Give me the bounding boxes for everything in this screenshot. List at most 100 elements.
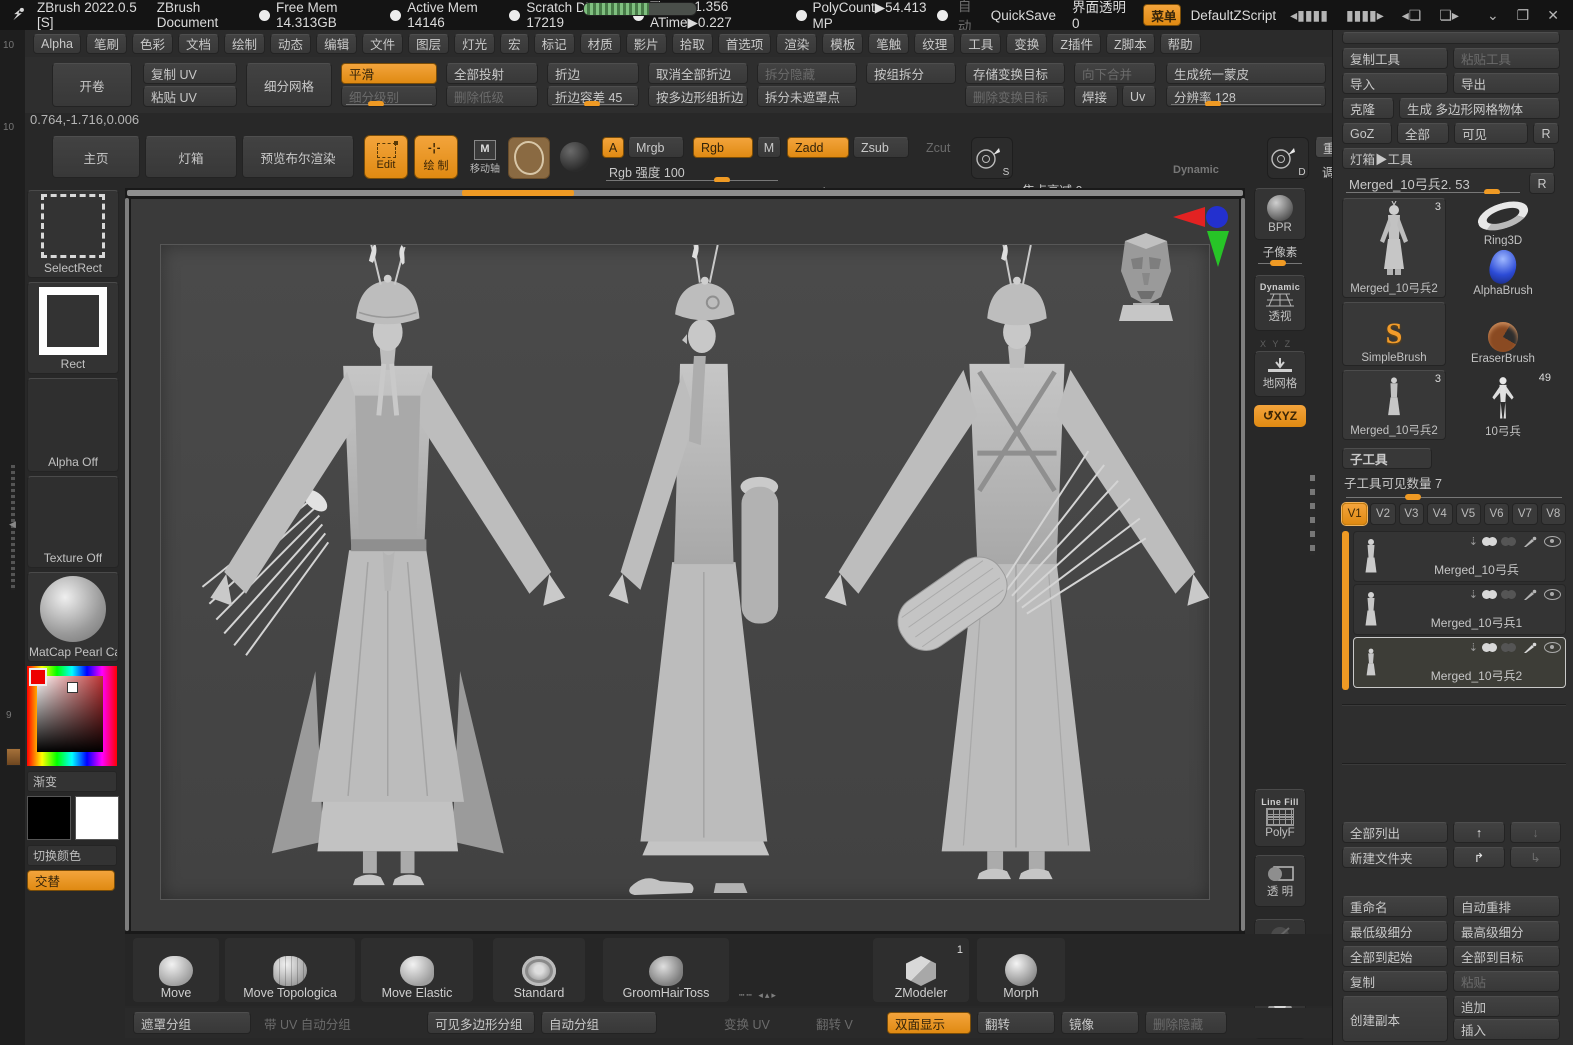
rgb-toggle[interactable]: Rgb <box>693 137 753 158</box>
stroke-curve-button[interactable]: S <box>971 137 1013 179</box>
axis-orientation-gizmo[interactable] <box>1171 205 1231 269</box>
alpha-slot[interactable]: Alpha Off <box>27 378 119 472</box>
a-toggle[interactable]: A <box>602 137 624 158</box>
polypaint-icon[interactable] <box>1482 590 1497 599</box>
menu-alpha[interactable]: Alpha <box>33 33 81 54</box>
duplicate-button[interactable]: 创建副本 <box>1342 996 1448 1042</box>
menu-brush[interactable]: 笔刷 <box>85 33 127 54</box>
paste-uv-button[interactable]: 粘贴 UV <box>143 86 237 107</box>
crease-button[interactable]: 折边 <box>547 63 639 84</box>
quicksave-button[interactable]: QuickSave <box>991 8 1056 23</box>
subtool-visible-count-slider[interactable]: 子工具可见数量 7 <box>1342 469 1566 500</box>
zscript-label[interactable]: DefaultZScript <box>1191 8 1277 23</box>
split-hidden-button[interactable]: 拆分隐藏 <box>757 63 857 84</box>
merge-down-icon[interactable]: ⇣ <box>1469 641 1478 654</box>
subdiv-level-slider[interactable]: 细分级别 <box>341 86 437 107</box>
panel-left-icon[interactable]: ◂❏ <box>1398 7 1426 24</box>
switch-color-button[interactable]: 切换颜色 <box>27 845 117 866</box>
active-tool-slider[interactable]: Merged_10弓兵2. 53 <box>1342 173 1524 194</box>
merge-down-icon[interactable]: ⇣ <box>1469 535 1478 548</box>
menu-zplugin[interactable]: Z插件 <box>1052 33 1101 54</box>
draw-mode-button[interactable]: 绘 制 <box>414 135 458 179</box>
uncrease-all-button[interactable]: 取消全部折边 <box>648 63 748 84</box>
document-area[interactable] <box>161 240 1210 899</box>
tool-thumb-eraserbrush[interactable]: EraserBrush <box>1451 302 1555 366</box>
menu-preferences[interactable]: 首选项 <box>717 33 772 54</box>
minimize-icon[interactable]: ⌄ <box>1483 7 1503 24</box>
subtool-tab-v3[interactable]: V3 <box>1398 503 1425 525</box>
tool-r-button[interactable]: R <box>1529 173 1555 194</box>
visibility-eye-icon[interactable] <box>1544 536 1561 547</box>
menu-zscript[interactable]: Z脚本 <box>1105 33 1155 54</box>
mask-group-button[interactable]: 遮罩分组 <box>133 1012 251 1034</box>
uv-map-icon[interactable] <box>1501 590 1516 599</box>
new-folder-button[interactable]: 新建文件夹 <box>1342 847 1448 868</box>
dynamic-label[interactable]: Dynamic <box>1173 164 1219 176</box>
subtool-header[interactable]: 子工具 <box>1342 448 1432 469</box>
canvas-left-scrollbar[interactable] <box>125 198 129 931</box>
groups-split-button[interactable]: 按组拆分 <box>866 63 956 84</box>
gizmo-button[interactable]: M 移动轴 <box>468 140 502 175</box>
weld-button[interactable]: 焊接 <box>1074 86 1118 107</box>
delete-lower-button[interactable]: 删除低级 <box>446 86 538 107</box>
polypaint-icon[interactable] <box>1482 643 1497 652</box>
subdivide-button[interactable]: 细分网格 <box>246 63 332 107</box>
project-all-button[interactable]: 全部投射 <box>446 63 538 84</box>
uv-auto-group-button[interactable]: 带 UV 自动分组 <box>257 1012 407 1034</box>
menu-edit[interactable]: 编辑 <box>316 33 358 54</box>
visibility-eye-icon[interactable] <box>1544 589 1561 600</box>
double-sided-button[interactable]: 双面显示 <box>887 1012 971 1034</box>
material-slot[interactable]: MatCap Pearl Ca <box>27 572 119 662</box>
flip-v-button[interactable]: 翻转 V <box>809 1012 881 1034</box>
menu-material[interactable]: 材质 <box>579 33 621 54</box>
move-down-button[interactable]: ↓ <box>1510 822 1561 843</box>
camera-head-gizmo[interactable] <box>1115 225 1177 321</box>
auto-group-button[interactable]: 自动分组 <box>541 1012 657 1034</box>
merge-down-icon[interactable]: ⇣ <box>1469 588 1478 601</box>
goz-r-button[interactable]: R <box>1533 123 1559 144</box>
copy-uv-button[interactable]: 复制 UV <box>143 63 237 84</box>
mirror-button[interactable]: 镜像 <box>1061 1012 1139 1034</box>
edit-mode-button[interactable]: Edit <box>364 135 408 179</box>
subtool-tab-v5[interactable]: V5 <box>1455 503 1481 525</box>
left-scroll-arrow-icon[interactable]: ◀ <box>9 519 16 530</box>
menu-render[interactable]: 渲染 <box>776 33 818 54</box>
brush-morph[interactable]: Morph <box>977 938 1065 1002</box>
paintbrush-icon[interactable] <box>1523 536 1537 548</box>
visible-poly-group-button[interactable]: 可见多边形分组 <box>427 1012 535 1034</box>
uv-button[interactable]: Uv <box>1122 86 1156 107</box>
brush-move-topological[interactable]: Move Topologica <box>225 938 355 1002</box>
zsub-toggle[interactable]: Zsub <box>853 137 909 158</box>
restore-icon[interactable]: ❐ <box>1513 7 1534 24</box>
menu-stencil[interactable]: 模板 <box>822 33 864 54</box>
list-all-button[interactable]: 全部列出 <box>1342 822 1448 843</box>
tool-thumb-alphabrush[interactable]: AlphaBrush <box>1451 250 1555 298</box>
smooth-button[interactable]: 平滑 <box>341 63 437 84</box>
menu-light[interactable]: 灯光 <box>454 33 496 54</box>
stroke-rect-tool[interactable]: Rect <box>27 282 119 374</box>
lightbox-button[interactable]: 灯箱 <box>145 136 237 178</box>
menu-movie[interactable]: 影片 <box>625 33 667 54</box>
subtool-item[interactable]: ⇣ Merged_10弓兵 <box>1353 531 1566 582</box>
unfold-button[interactable]: 开卷 <box>52 63 132 107</box>
split-unmasked-button[interactable]: 拆分未遮罩点 <box>757 86 857 107</box>
right-scroll-ticks[interactable] <box>1310 475 1315 555</box>
bpr-button[interactable]: BPR <box>1254 188 1306 240</box>
select-rect-tool[interactable]: SelectRect <box>27 190 119 278</box>
lightbox-tool-button[interactable]: 灯箱▶工具 <box>1342 148 1555 169</box>
merge-down-button[interactable]: 向下合并 <box>1074 63 1156 84</box>
menu-picker[interactable]: 拾取 <box>671 33 713 54</box>
rgb-intensity-slider[interactable]: Rgb 强度 100 <box>602 161 782 182</box>
menu-dynamesh[interactable]: 动态 <box>270 33 312 54</box>
tool-thumb-10archer[interactable]: 49 10弓兵 <box>1451 370 1555 440</box>
clipped-top-button[interactable] <box>1342 32 1560 44</box>
store-mt-button[interactable]: 存储变换目标 <box>965 63 1065 84</box>
all-to-start-button[interactable]: 全部到起始 <box>1342 946 1448 967</box>
flip-button[interactable]: 翻转 <box>977 1012 1055 1034</box>
current-material-sphere[interactable] <box>555 137 595 177</box>
resolution-slider[interactable]: 分辨率 128 <box>1166 86 1326 107</box>
gradient-button[interactable]: 渐变 <box>27 771 117 792</box>
subpixel-slider[interactable]: 子像素 <box>1254 244 1306 266</box>
menu-document[interactable]: 文档 <box>178 33 220 54</box>
move-out-button[interactable]: ↱ <box>1453 847 1505 868</box>
